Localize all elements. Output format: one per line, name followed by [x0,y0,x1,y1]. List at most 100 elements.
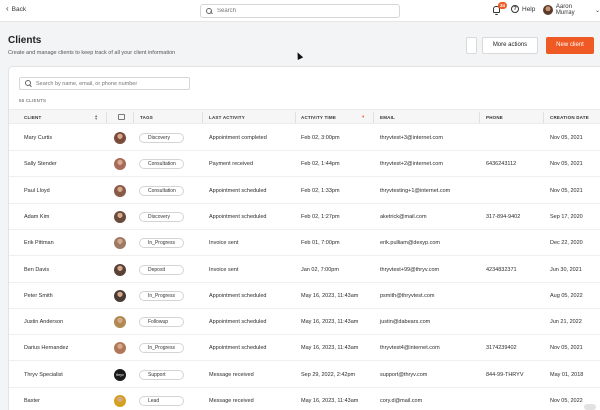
creation-date: Nov 05, 2021 [550,161,583,168]
user-menu[interactable]: Aaron Murray ⌄ [543,4,600,16]
email[interactable]: thryvtest+2@internet.com [380,151,443,177]
client-name[interactable]: Darius Hernandez [24,335,68,361]
last-activity: Appointment completed [209,135,267,141]
client-name[interactable]: Thryv Specialist [24,362,63,388]
table-row[interactable]: Baxter Message received May 16, 2023, 11:4… [9,388,600,410]
table-header: CLIENT ▴ ▾ TAGS LAST ACTIVITY ACTIVITY TI… [9,109,600,124]
email[interactable]: cory.d@mail.com [380,388,422,410]
column-activity-time[interactable]: ACTIVITY TIME [301,110,336,125]
last-activity: Message received [209,371,254,378]
avatar: thryv [114,368,126,381]
tag-badge[interactable]: Consultation [139,185,184,196]
tag-badge[interactable]: In_Progress [139,238,184,249]
sort-icon[interactable]: ▴ ▾ [95,113,97,120]
table-row[interactable]: Erik Pittman Invoice sent Feb 01, 7:00pm er… [9,230,600,257]
client-name[interactable]: Mary Curtis [24,125,52,151]
tag-badge[interactable]: Discovery [139,211,184,222]
activity-time: May 16, 2023, 11:43am [301,398,359,404]
table-row[interactable]: Thryv Specialist Message received Sep 29, … [9,362,600,388]
options-button[interactable] [466,37,477,54]
avatar [114,316,126,329]
tag-badge[interactable]: Support [139,369,184,380]
avatar [114,210,126,223]
back-button[interactable]: ‹ Back [6,5,26,13]
email[interactable]: aketrick@mail.com [380,204,427,230]
email[interactable]: erik.pulliam@dexyp.com [380,230,440,256]
email[interactable]: thryvtest+3@internet.com [380,125,443,151]
phone: 6436243112 [486,161,517,168]
table-row[interactable]: Ben Davis Invoice sent Jan 02, 7:00pm thryv… [9,257,600,283]
last-activity: Payment received [209,161,254,168]
email[interactable]: psmith@thryvtest.com [380,283,434,309]
creation-date: Sep 17, 2020 [550,213,583,220]
email[interactable]: support@thryv.com [380,362,427,388]
contact-card-icon [118,114,125,120]
column-last-activity[interactable]: LAST ACTIVITY [209,110,245,125]
column-divider [543,112,544,123]
client-name[interactable]: Ben Davis [24,257,49,283]
column-creation-date[interactable]: CREATION DATE [550,110,589,125]
creation-date: Jun 30, 2021 [550,266,582,273]
column-tags[interactable]: TAGS [140,110,153,125]
table-row[interactable]: Justin Anderson Appointment scheduled May … [9,309,600,336]
client-name[interactable]: Peter Smith [24,283,53,309]
user-name: Aaron Murray [555,4,575,16]
activity-time: Feb 01, 7:00pm [301,240,340,247]
tag-badge[interactable]: In_Progress [139,290,184,301]
column-email[interactable]: EMAIL [380,110,395,125]
email[interactable]: justin@dabears.com [380,309,430,335]
avatar [114,289,126,302]
last-activity: Appointment scheduled [209,187,267,194]
email[interactable]: thryvtest+99@thryv.com [380,257,439,283]
last-activity: Appointment scheduled [209,292,267,299]
creation-date: May 01, 2018 [550,371,584,378]
avatar [114,263,126,276]
activity-time: Feb 02, 1:33pm [301,187,340,194]
client-name[interactable]: Paul Lloyd [24,178,50,204]
avatar [114,342,126,355]
client-name[interactable]: Adam Kim [24,204,49,230]
client-search-input[interactable] [36,80,186,87]
client-name[interactable]: Sally Stender [24,151,57,177]
email[interactable]: thryvtest4@internet.com [380,335,440,361]
tag-badge[interactable]: Lead [139,396,184,406]
page-title: Clients [8,35,42,46]
phone: 317-894-9402 [486,213,521,220]
activity-time: Jan 02, 7:00pm [301,266,339,273]
new-client-button[interactable]: New client [546,37,594,54]
column-phone[interactable]: PHONE [486,110,503,125]
avatar [114,158,126,171]
client-search[interactable] [19,77,190,90]
global-search[interactable] [200,4,400,18]
tag-badge[interactable]: In_Progress [139,343,184,354]
creation-date: Nov 05, 2022 [550,398,583,404]
tag-badge[interactable]: Followup [139,317,184,328]
column-client[interactable]: CLIENT [24,110,41,125]
help-button[interactable]: ? Help [511,5,535,13]
sort-desc-icon[interactable]: ▾ [362,115,364,119]
column-divider [373,112,374,123]
table-row[interactable]: Peter Smith Appointment scheduled May 16, … [9,283,600,309]
tag-badge[interactable]: Consultation [139,159,184,170]
activity-time: May 16, 2023, 11:43am [301,345,359,352]
creation-date: Nov 05, 2021 [550,187,583,194]
table-row[interactable]: Sally Stender Payment received Feb 02, 1:4… [9,151,600,178]
column-divider [106,112,107,123]
column-divider [479,112,480,123]
client-name[interactable]: Erik Pittman [24,230,54,256]
client-name[interactable]: Baxter [24,388,40,410]
client-name[interactable]: Justin Anderson [24,309,63,335]
notification-badge: 34 [498,2,507,9]
more-actions-button[interactable]: More actions [482,37,538,54]
table-row[interactable]: Mary Curtis Appointment completed Feb 02, … [9,125,600,151]
tag-badge[interactable]: Discovery [139,133,184,143]
table-row[interactable]: Darius Hernandez Appointment scheduled May… [9,335,600,362]
email[interactable]: thryvtesting+1@internet.com [380,178,450,204]
table-row[interactable]: Paul Lloyd Appointment scheduled Feb 02, 1… [9,178,600,204]
global-search-input[interactable] [217,8,387,14]
table-row[interactable]: Adam Kim Appointment scheduled Feb 02, 1:2… [9,204,600,230]
avatar [114,237,126,250]
chevron-left-icon: ‹ [6,4,9,13]
tag-badge[interactable]: Deposit [139,264,184,275]
horizontal-scrollbar[interactable] [584,404,596,410]
